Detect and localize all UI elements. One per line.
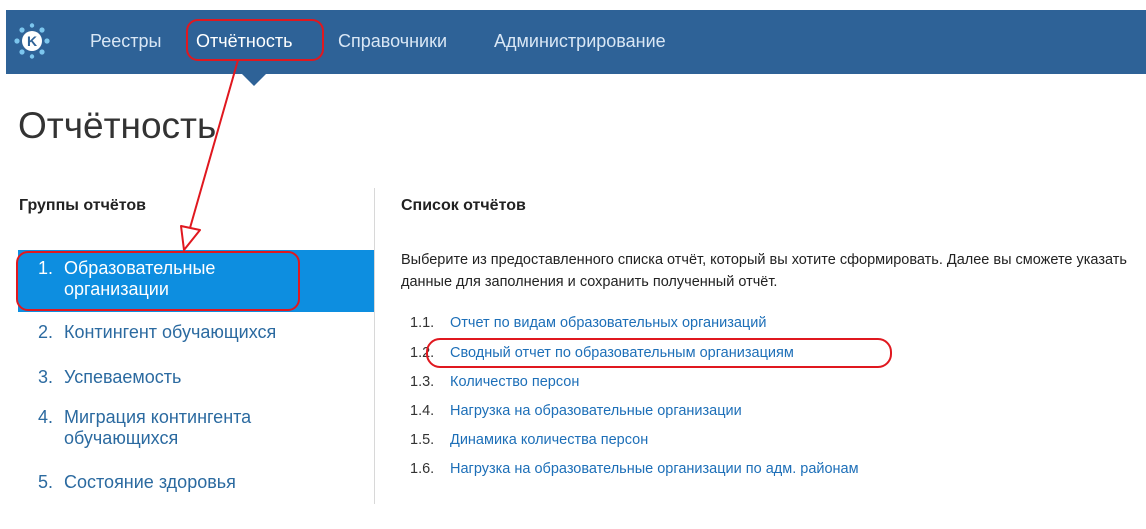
group-item-label: Состояние здоровья (64, 472, 236, 492)
group-item-contingent-migration[interactable]: 4. Миграция контингента обучающихся (18, 407, 374, 449)
report-link-summary-by-orgs[interactable]: Сводный отчет по образовательным организ… (450, 345, 794, 361)
nav-item-references[interactable]: Справочники (338, 30, 447, 52)
group-item-label: Образовательные организации (64, 258, 216, 299)
report-number: 1.3. (410, 374, 435, 390)
app-logo-icon[interactable]: K (14, 23, 50, 59)
top-navigation-bar: K Реестры Отчётность Справочники Админис… (6, 10, 1146, 74)
group-item-performance[interactable]: 3. Успеваемость (18, 367, 374, 388)
report-item: 1.2. Сводный отчет по образовательным орг… (410, 344, 794, 362)
report-item: 1.6. Нагрузка на образовательные организа… (410, 460, 859, 478)
reports-header: Список отчётов (401, 197, 526, 214)
logo-letter: K (27, 33, 37, 49)
group-item-label: Контингент обучающихся (64, 322, 277, 342)
report-item: 1.4. Нагрузка на образовательные организа… (410, 402, 742, 420)
report-link-persons-dynamics[interactable]: Динамика количества персон (450, 432, 648, 448)
page-title: Отчётность (18, 105, 217, 146)
group-item-number: 3. (38, 367, 54, 387)
reports-description: Выберите из предоставленного списка отчё… (401, 252, 1127, 290)
group-item-student-contingent[interactable]: 2. Контингент обучающихся (18, 322, 374, 343)
group-item-number: 4. (38, 407, 54, 427)
report-number: 1.5. (410, 432, 435, 448)
report-number: 1.1. (410, 315, 435, 331)
groups-header: Группы отчётов (19, 197, 146, 214)
active-nav-caret (242, 74, 266, 86)
report-link-org-load-by-districts[interactable]: Нагрузка на образовательные организации … (450, 461, 859, 477)
report-link-by-org-types[interactable]: Отчет по видам образовательных организац… (450, 315, 766, 331)
report-link-persons-count[interactable]: Количество персон (450, 374, 579, 390)
group-item-label: Успеваемость (64, 367, 182, 387)
nav-item-registries[interactable]: Реестры (90, 30, 161, 52)
group-item-educational-organizations[interactable]: 1. Образовательные организации (18, 250, 374, 312)
nav-item-reporting[interactable]: Отчётность (196, 30, 292, 52)
report-link-org-load[interactable]: Нагрузка на образовательные организации (450, 403, 742, 419)
group-item-number: 1. (38, 258, 54, 278)
group-item-number: 2. (38, 322, 54, 342)
group-item-health-status[interactable]: 5. Состояние здоровья (18, 472, 374, 493)
report-item: 1.1. Отчет по видам образовательных орган… (410, 314, 766, 332)
report-number: 1.4. (410, 403, 435, 419)
report-number: 1.2. (410, 345, 435, 361)
report-item: 1.5. Динамика количества персон (410, 431, 648, 449)
group-item-number: 5. (38, 472, 54, 492)
report-number: 1.6. (410, 461, 435, 477)
group-item-label: Миграция контингента обучающихся (64, 407, 252, 448)
nav-item-administration[interactable]: Администрирование (494, 30, 666, 52)
report-item: 1.3. Количество персон (410, 373, 579, 391)
column-divider (374, 188, 375, 504)
